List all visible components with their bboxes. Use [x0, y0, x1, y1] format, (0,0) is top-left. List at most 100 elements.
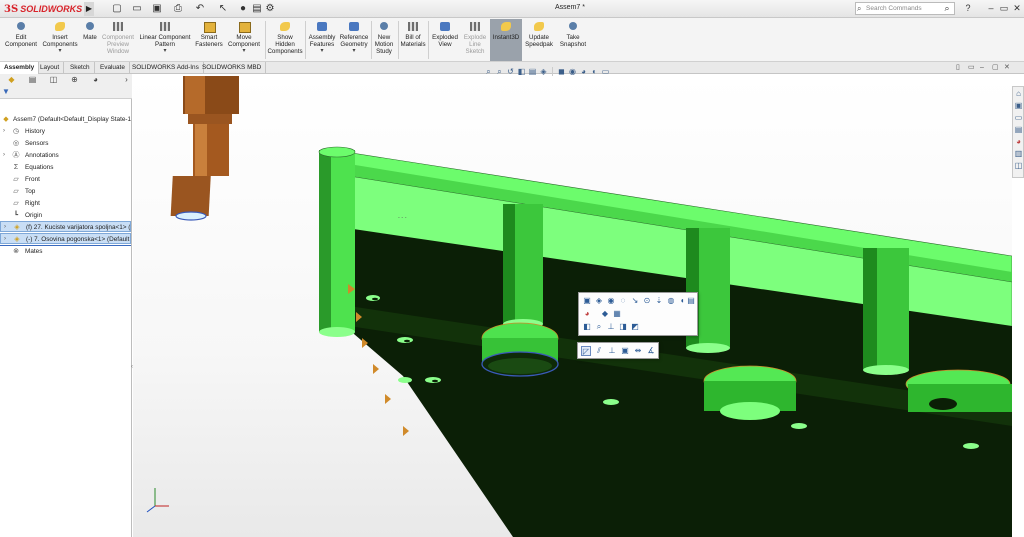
- perpendicular-mate-icon[interactable]: ⊥: [607, 346, 617, 356]
- minimize-icon[interactable]: –: [985, 2, 997, 15]
- tab-sketch[interactable]: Sketch: [66, 62, 95, 74]
- new-motion-study-button[interactable]: New Motion Study: [372, 20, 396, 55]
- edit-component-icon[interactable]: ▣: [582, 296, 592, 306]
- smart-fasteners-button[interactable]: Smart Fasteners: [194, 20, 224, 48]
- dropdown-arrow-icon[interactable]: ▾: [58, 48, 61, 55]
- select-pointer-icon[interactable]: ↖: [217, 3, 229, 15]
- view-normal-icon[interactable]: ◧: [582, 322, 592, 332]
- tree-item-component-osovina[interactable]: › ◈ (-) 7. Osovina pogonska<1> (Default: [0, 233, 131, 244]
- zoom-to-fit-icon[interactable]: ⌕: [484, 67, 493, 76]
- rebuild-icon[interactable]: ◆: [600, 309, 610, 319]
- housing-component[interactable]: - - -: [318, 146, 1012, 537]
- component-properties-icon[interactable]: ◍: [666, 296, 676, 306]
- expand-arrow-icon[interactable]: ›: [3, 150, 5, 161]
- zoom-to-selection-icon[interactable]: ⌕: [594, 322, 604, 332]
- move-component-button[interactable]: Move Component ▾: [226, 20, 262, 55]
- bill-of-materials-button[interactable]: Bill of Materials: [399, 20, 427, 48]
- display-style-icon[interactable]: ◼: [557, 67, 566, 76]
- lock-mate-icon[interactable]: ▣: [620, 346, 630, 356]
- normal-to-icon[interactable]: ⊥: [606, 322, 616, 332]
- viewport-minimize-icon[interactable]: –: [980, 64, 988, 72]
- custom-properties-icon[interactable]: ▥: [1014, 149, 1023, 158]
- expand-arrow-icon[interactable]: ›: [3, 126, 5, 137]
- appearance-icon[interactable]: ◕: [582, 309, 592, 319]
- open-folder-icon[interactable]: ▭: [131, 3, 143, 15]
- smart-dimension-icon[interactable]: ↘: [630, 296, 640, 306]
- dropdown-arrow-icon[interactable]: ▾: [352, 48, 355, 55]
- tree-item-front-plane[interactable]: ▱ Front: [0, 174, 131, 185]
- solidworks-logo[interactable]: 3S SOLIDWORKS: [4, 2, 82, 16]
- view-palette-icon[interactable]: ▤: [1014, 125, 1023, 134]
- home-icon[interactable]: ⌂: [1014, 89, 1023, 98]
- instant3d-button[interactable]: Instant3D: [490, 19, 522, 61]
- tree-item-origin[interactable]: ┗ Origin: [0, 210, 131, 221]
- explode-line-sketch-button[interactable]: Explode Line Sketch: [461, 20, 489, 55]
- options-gear-icon[interactable]: ⚙: [264, 3, 276, 15]
- edit-component-button[interactable]: Edit Component: [3, 20, 39, 48]
- view-settings-icon[interactable]: ▭: [601, 67, 610, 76]
- file-explorer-icon[interactable]: ▭: [1014, 113, 1023, 122]
- tree-item-mates[interactable]: ⊗ Mates: [0, 245, 131, 256]
- filter-icon[interactable]: ▼: [2, 87, 10, 96]
- angle-mate-icon[interactable]: ∡: [646, 346, 656, 356]
- tree-item-component-kuciste[interactable]: › ◈ (f) 27. Kuciste varijatora spoljna<1…: [0, 221, 131, 232]
- parallel-mate-icon[interactable]: ⫽: [594, 346, 604, 356]
- dynamic-annotation-icon[interactable]: ▤: [528, 67, 537, 76]
- dimxpert-tab-icon[interactable]: ⊕: [66, 75, 83, 85]
- viewport-split-icon[interactable]: ▯: [956, 64, 964, 72]
- viewport-tile-icon[interactable]: ▭: [968, 64, 976, 72]
- coincident-mate-icon[interactable]: ◸: [581, 346, 591, 356]
- component-preview-window-button[interactable]: Component Preview Window: [101, 20, 135, 55]
- apply-scene-icon[interactable]: ◐: [590, 67, 599, 76]
- selection-tools-icon[interactable]: ⊙: [642, 296, 652, 306]
- edit-appearance-icon[interactable]: ◕: [579, 67, 588, 76]
- take-snapshot-button[interactable]: Take Snapshot: [558, 20, 588, 48]
- viewport-close-icon[interactable]: ✕: [1004, 64, 1012, 72]
- tab-solidworks-addins[interactable]: SOLIDWORKS Add-Ins: [128, 62, 204, 74]
- tree-item-equations[interactable]: Σ Equations: [0, 162, 131, 173]
- display-manager-tab-icon[interactable]: ◕: [87, 75, 104, 85]
- property-manager-tab-icon[interactable]: ▤: [24, 75, 41, 85]
- view-cube-icon[interactable]: ◩: [630, 322, 640, 332]
- distance-mate-icon[interactable]: ⇹: [633, 346, 643, 356]
- dropdown-arrow-icon[interactable]: ▾: [163, 48, 166, 55]
- open-part-icon[interactable]: ▦: [612, 309, 622, 319]
- model-view[interactable]: - - -: [133, 76, 1012, 537]
- search-icon[interactable]: ⌕: [941, 2, 953, 15]
- expand-arrow-icon[interactable]: ›: [4, 234, 6, 243]
- exploded-view-button[interactable]: Exploded View: [430, 20, 460, 48]
- tree-item-sensors[interactable]: ◎ Sensors: [0, 138, 131, 149]
- isolate-icon[interactable]: ◈: [594, 296, 604, 306]
- hide-components-icon[interactable]: ◉: [606, 296, 616, 306]
- assembly-features-button[interactable]: Assembly Features ▾: [307, 20, 337, 55]
- restore-icon[interactable]: ▭: [998, 2, 1010, 15]
- bom-icon[interactable]: ▤: [686, 296, 696, 306]
- shaft-component[interactable]: [170, 76, 239, 221]
- file-properties-icon[interactable]: ▤: [251, 3, 263, 15]
- tab-solidworks-mbd[interactable]: SOLIDWORKS MBD: [198, 62, 267, 74]
- dropdown-arrow-icon[interactable]: ▾: [320, 48, 323, 55]
- help-icon[interactable]: ?: [962, 2, 974, 15]
- show-hidden-components-button[interactable]: Show Hidden Components: [266, 20, 304, 55]
- previous-view-icon[interactable]: ↺: [506, 67, 515, 76]
- configuration-manager-tab-icon[interactable]: ◫: [45, 75, 62, 85]
- insert-components-button[interactable]: Insert Components ▾: [40, 20, 80, 55]
- dropdown-arrow-icon[interactable]: ▾: [242, 48, 245, 55]
- change-transparency-icon[interactable]: ◌: [618, 296, 628, 306]
- tree-item-right-plane[interactable]: ▱ Right: [0, 198, 131, 209]
- tree-item-top-plane[interactable]: ▱ Top: [0, 186, 131, 197]
- new-document-icon[interactable]: ▢: [111, 3, 123, 15]
- view-orientation-icon[interactable]: ◈: [539, 67, 548, 76]
- tab-evaluate[interactable]: Evaluate: [96, 62, 130, 74]
- forum-icon[interactable]: ◫: [1014, 161, 1023, 170]
- search-commands-input[interactable]: ⌕ Search Commands: [855, 2, 955, 15]
- reference-geometry-button[interactable]: Reference Geometry ▾: [338, 20, 370, 55]
- save-icon[interactable]: ▣: [151, 3, 163, 15]
- menu-expand-arrow[interactable]: ▶: [84, 2, 94, 16]
- mate-button[interactable]: Mate: [81, 20, 99, 41]
- feature-manager-tab-icon[interactable]: ◆: [3, 75, 20, 85]
- undo-icon[interactable]: ↶: [194, 3, 206, 15]
- tree-item-annotations[interactable]: › Ⓐ Annotations: [0, 150, 131, 161]
- section-view-icon[interactable]: ◨: [618, 322, 628, 332]
- viewport-maximize-icon[interactable]: ▢: [992, 64, 1000, 72]
